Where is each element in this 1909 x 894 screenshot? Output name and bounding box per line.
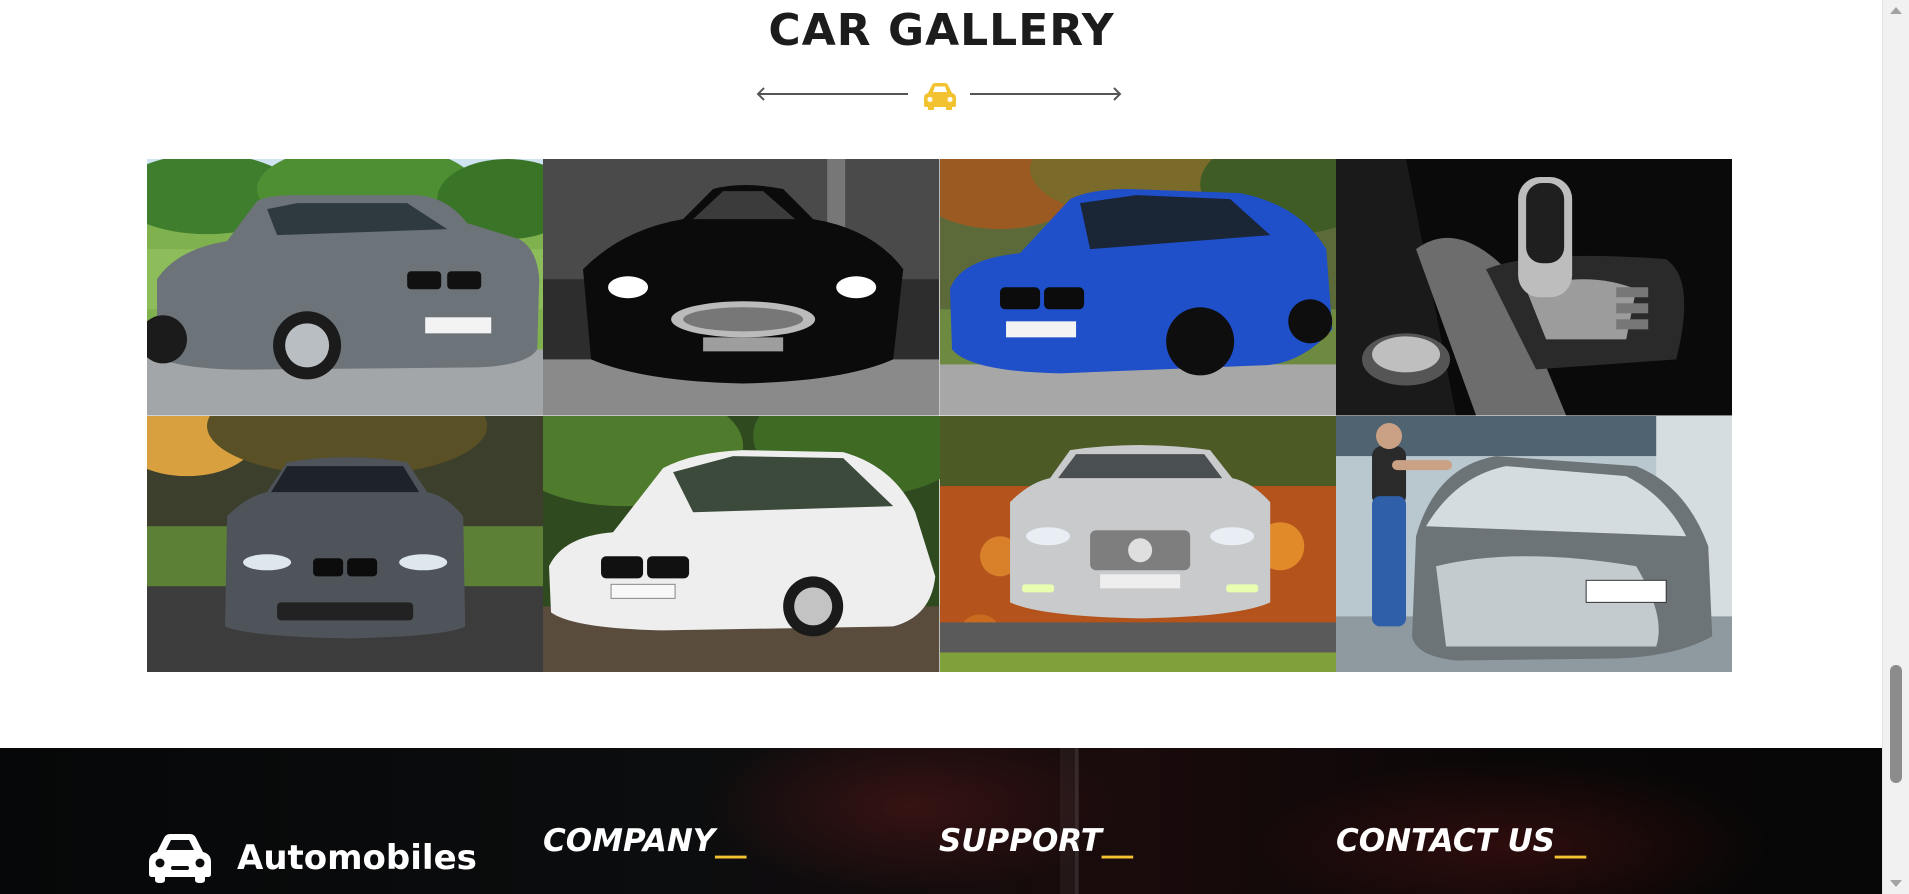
page: CAR GALLERY Automobiles COMPANY__ SUPPOR… [0,0,1883,894]
footer-heading-accent: __ [715,823,747,859]
footer-heading-accent: __ [1555,823,1587,859]
footer-heading-support: SUPPORT__ [939,823,1133,859]
gallery-image-blue-bmw[interactable] [939,159,1336,416]
footer-heading-support-text: SUPPORT [939,823,1102,859]
car-icon [149,834,211,883]
gallery-image-car-wash[interactable] [1335,415,1732,672]
gallery-image-gear-shifter[interactable] [1335,159,1732,416]
gallery-grid [147,159,1732,672]
scrollbar-thumb[interactable] [1890,665,1902,783]
footer-heading-contact: CONTACT US__ [1336,823,1586,859]
divider-right-line [970,87,1122,101]
scroll-down-arrow-icon[interactable] [1890,880,1902,887]
gallery-title-divider [756,83,1122,110]
gallery-image-black-jaguar[interactable] [543,159,940,416]
gallery-image-silver-mercedes[interactable] [939,415,1336,672]
gallery-image-silver-bmw-sedan[interactable] [147,159,544,416]
page-scrollbar[interactable] [1882,0,1909,894]
gallery-title: CAR GALLERY [768,5,1115,56]
footer-heading-company: COMPANY__ [543,823,746,859]
footer-background-glow [700,748,1120,894]
gallery-image-white-bmw[interactable] [543,415,940,672]
footer-heading-accent: __ [1101,823,1133,859]
footer-background-streak [1075,748,1079,894]
footer-heading-company-text: COMPANY [543,823,716,859]
footer-heading-contact-text: CONTACT US [1336,823,1556,859]
car-icon [924,83,956,110]
site-footer: Automobiles COMPANY__ SUPPORT__ CONTACT … [0,748,1883,894]
scroll-up-arrow-icon[interactable] [1890,7,1902,14]
gallery-image-grey-bmw-m4[interactable] [147,415,544,672]
divider-left-line [756,87,908,101]
footer-brand[interactable]: Automobiles [147,828,477,888]
footer-brand-name: Automobiles [237,838,477,878]
